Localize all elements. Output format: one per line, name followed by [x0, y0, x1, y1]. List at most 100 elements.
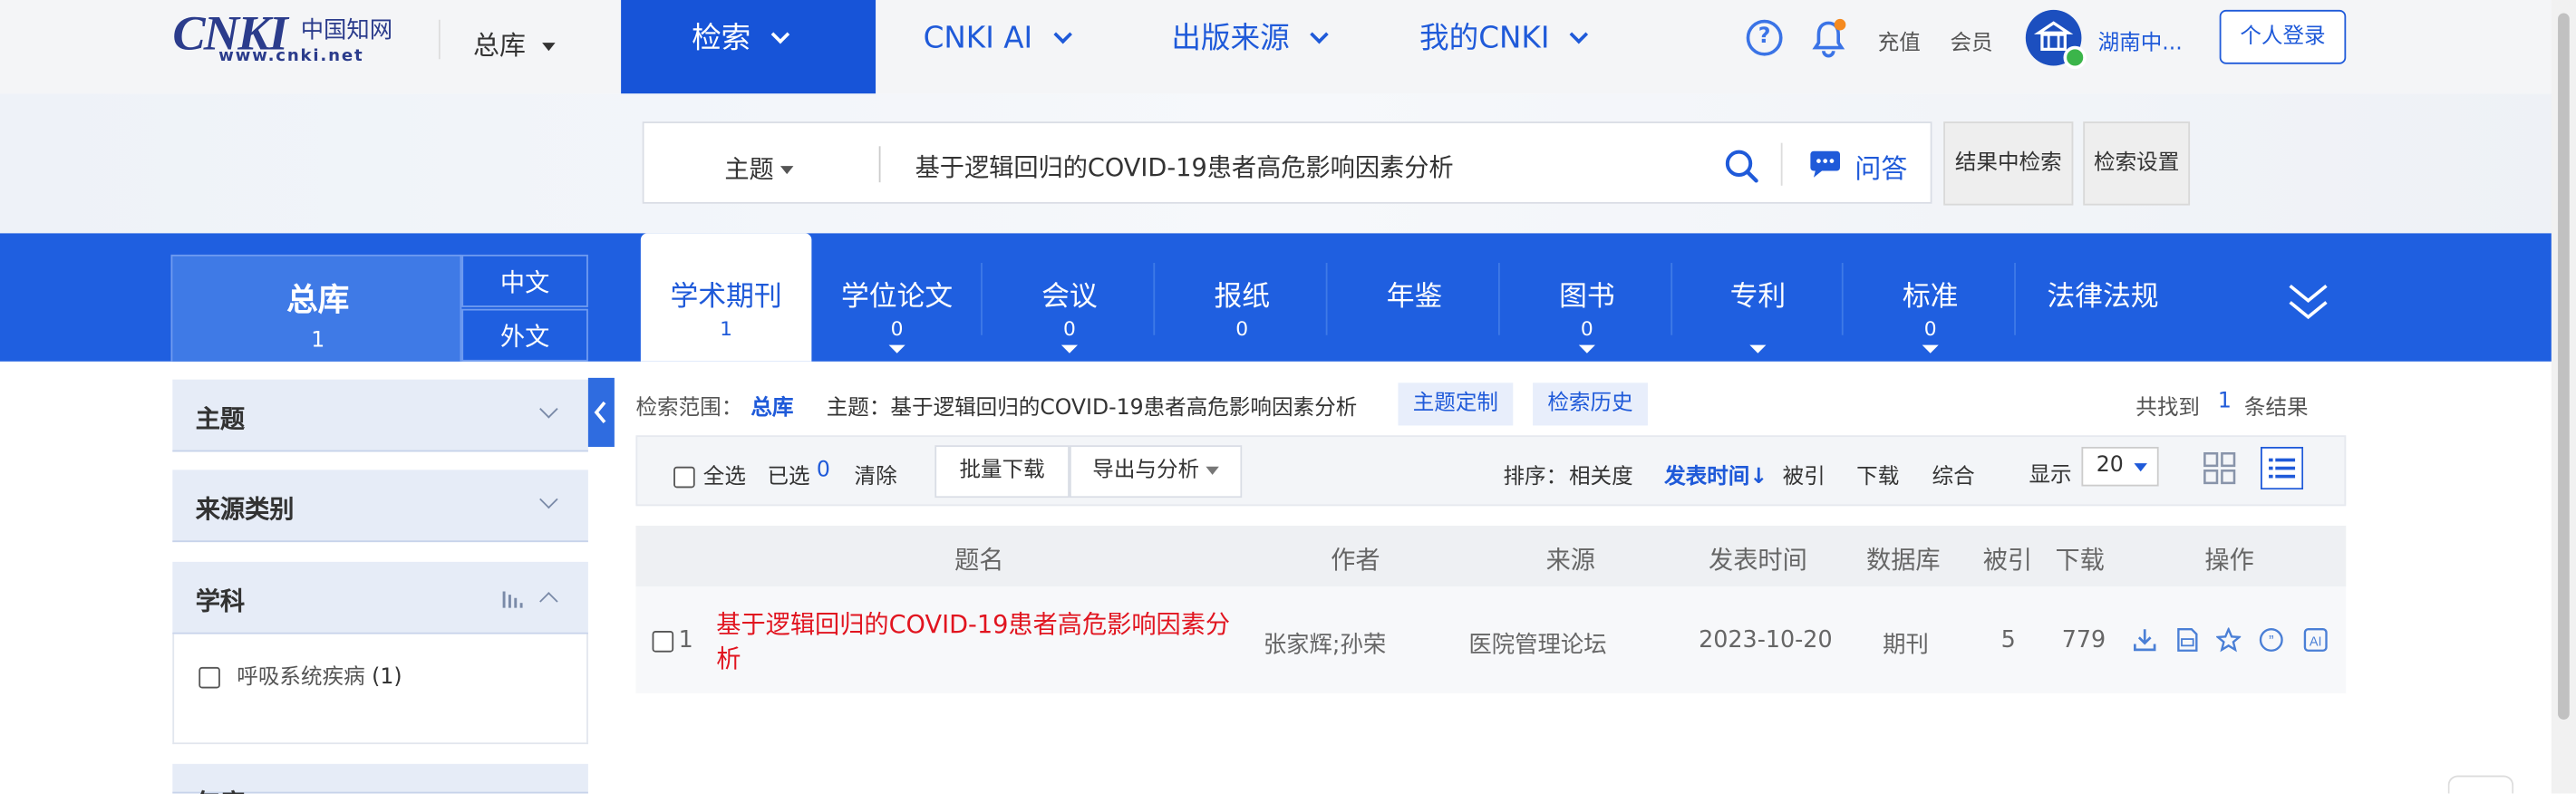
divider [1498, 263, 1500, 335]
row-date: 2023-10-20 [1699, 627, 1833, 654]
html-read-icon[interactable] [2175, 627, 2200, 652]
tab-label: 法律法规 [2047, 280, 2159, 315]
scope-dropdown[interactable]: 总库 [473, 23, 556, 63]
facet-source-type[interactable]: 来源类别 [172, 470, 588, 543]
row-authors[interactable]: 张家辉;孙荣 [1264, 627, 1386, 660]
caret-down-icon [1749, 344, 1767, 353]
tab-books[interactable]: 图书 0 [1502, 233, 1673, 361]
member-link[interactable]: 会员 [1950, 24, 1992, 55]
select-all[interactable]: 全选 [673, 459, 746, 489]
tab-newspapers[interactable]: 报纸 0 [1157, 233, 1328, 361]
col-downloads: 下载 [2055, 545, 2105, 576]
nav-search[interactable]: 检索 [621, 0, 876, 94]
batch-download-button[interactable]: 批量下载 [935, 445, 1070, 499]
row-downloads: 779 [2061, 627, 2106, 654]
tab-conferences[interactable]: 会议 0 [984, 233, 1156, 361]
checkbox[interactable] [199, 666, 220, 689]
facet-option[interactable]: 呼吸系统疾病 (1) [199, 659, 402, 690]
col-actions: 操作 [2204, 545, 2254, 576]
sort-relevance[interactable]: 相关度 [1569, 459, 1633, 489]
tab-patents[interactable]: 专利 [1672, 233, 1844, 361]
ai-icon[interactable]: AI [2303, 627, 2328, 652]
expand-more-icon[interactable] [2287, 276, 2329, 325]
result-title-link[interactable]: 基于逻辑回归的COVID-19患者高危影响因素分析 [716, 608, 1250, 677]
nav-publication-source-label: 出版来源 [1171, 21, 1290, 56]
collapse-sidebar-button[interactable] [587, 377, 615, 447]
institution-avatar[interactable] [2025, 9, 2087, 70]
col-database: 数据库 [1866, 545, 1941, 576]
qa-button[interactable]: 问答 [1855, 146, 1907, 186]
page-size-select[interactable]: 20 [2081, 447, 2159, 487]
tab-label: 图书 [1559, 280, 1615, 315]
facet-subject[interactable]: 学科 [172, 561, 588, 634]
chinese-tab[interactable]: 中文 [461, 254, 588, 307]
divider [1780, 142, 1783, 186]
row-checkbox[interactable] [652, 631, 674, 653]
tab-label: 标准 [1902, 280, 1959, 315]
facet-title: 学科 [195, 586, 246, 616]
tab-dissertations[interactable]: 学位论文 0 [811, 233, 983, 361]
download-icon[interactable] [2133, 627, 2157, 652]
personal-login-button[interactable]: 个人登录 [2219, 9, 2347, 64]
export-analysis-button[interactable]: 导出与分析 [1069, 445, 1243, 499]
caret-down-icon [1060, 344, 1078, 353]
star-icon[interactable] [2216, 627, 2242, 653]
row-source[interactable]: 医院管理论坛 [1468, 627, 1606, 660]
zongku-tab[interactable]: 总库 1 [170, 254, 462, 362]
facet-option-count: (1) [372, 665, 402, 691]
bell-icon[interactable] [1810, 18, 1846, 58]
nav-my-cnki-label: 我的CNKI [1419, 21, 1550, 56]
facet-year[interactable]: 年度 [172, 763, 588, 794]
list-view-icon[interactable] [2261, 447, 2304, 490]
search-in-results-button[interactable]: 结果中检索 [1943, 121, 2074, 206]
checkbox[interactable] [673, 466, 695, 489]
search-field-select[interactable]: 主题 [724, 151, 794, 186]
facet-subject-body: 呼吸系统疾病 (1) [172, 634, 588, 745]
search-input[interactable]: 基于逻辑回归的COVID-19患者高危影响因素分析 [915, 150, 1454, 184]
sort-overall[interactable]: 综合 [1932, 459, 1975, 489]
svg-text:AI: AI [2310, 634, 2322, 649]
sort-label: 排序： [1503, 464, 1568, 490]
sort-download[interactable]: 下载 [1856, 459, 1899, 489]
caret-down-icon [542, 43, 556, 52]
page-scrollbar[interactable] [2551, 0, 2576, 794]
nav-my-cnki[interactable]: 我的CNKI [1419, 0, 1633, 93]
chevron-down-icon [770, 24, 790, 44]
selected-count: 0 [816, 458, 830, 483]
sort-date[interactable]: 发表时间↓ [1664, 459, 1767, 489]
scrollbar-thumb[interactable] [2558, 13, 2570, 720]
help-icon[interactable]: ? [1746, 19, 1783, 56]
page-size-value: 20 [2096, 453, 2124, 479]
grid-view-icon[interactable] [2198, 447, 2241, 489]
floating-widget[interactable] [2447, 775, 2514, 794]
nav-cnki-ai[interactable]: CNKI AI [924, 0, 1121, 93]
search-icon[interactable] [1723, 148, 1759, 184]
facet-title: 来源类别 [195, 494, 295, 525]
recharge-link[interactable]: 充值 [1878, 24, 1921, 55]
search-settings-button[interactable]: 检索设置 [2083, 121, 2191, 206]
search-history-button[interactable]: 检索历史 [1533, 382, 1648, 426]
logo-chinese: 中国知网 [300, 17, 393, 44]
quote-icon[interactable]: ” [2259, 627, 2283, 652]
tab-label: 年鉴 [1386, 280, 1443, 315]
display-label: 显示 [2029, 463, 2072, 489]
institution-name[interactable]: 湖南中... [2098, 24, 2183, 55]
foreign-tab[interactable]: 外文 [461, 308, 588, 362]
tab-yearbooks[interactable]: 年鉴 [1329, 233, 1500, 361]
scope-value[interactable]: 总库 [751, 390, 793, 421]
nav-cnki-ai-label: CNKI AI [923, 21, 1033, 56]
sort-cited[interactable]: 被引 [1783, 459, 1825, 489]
nav-publication-source[interactable]: 出版来源 [1171, 0, 1385, 93]
bar-chart-icon[interactable] [501, 590, 524, 610]
zongku-label: 总库 [286, 282, 350, 319]
arrow-down-icon: ↓ [1749, 464, 1768, 490]
facet-topic[interactable]: 主题 [172, 379, 588, 452]
tab-laws[interactable]: 法律法规 [2018, 233, 2189, 361]
clear-selection-button[interactable]: 清除 [855, 459, 897, 489]
select-all-label: 全选 [702, 464, 746, 490]
tab-standards[interactable]: 标准 0 [1845, 233, 2016, 361]
cnki-logo[interactable]: CNKI 中国知网 www.cnki.net [172, 6, 402, 65]
tab-journals[interactable]: 学术期刊 1 [640, 233, 812, 362]
topic-custom-button[interactable]: 主题定制 [1398, 382, 1514, 426]
divider [1325, 263, 1328, 335]
